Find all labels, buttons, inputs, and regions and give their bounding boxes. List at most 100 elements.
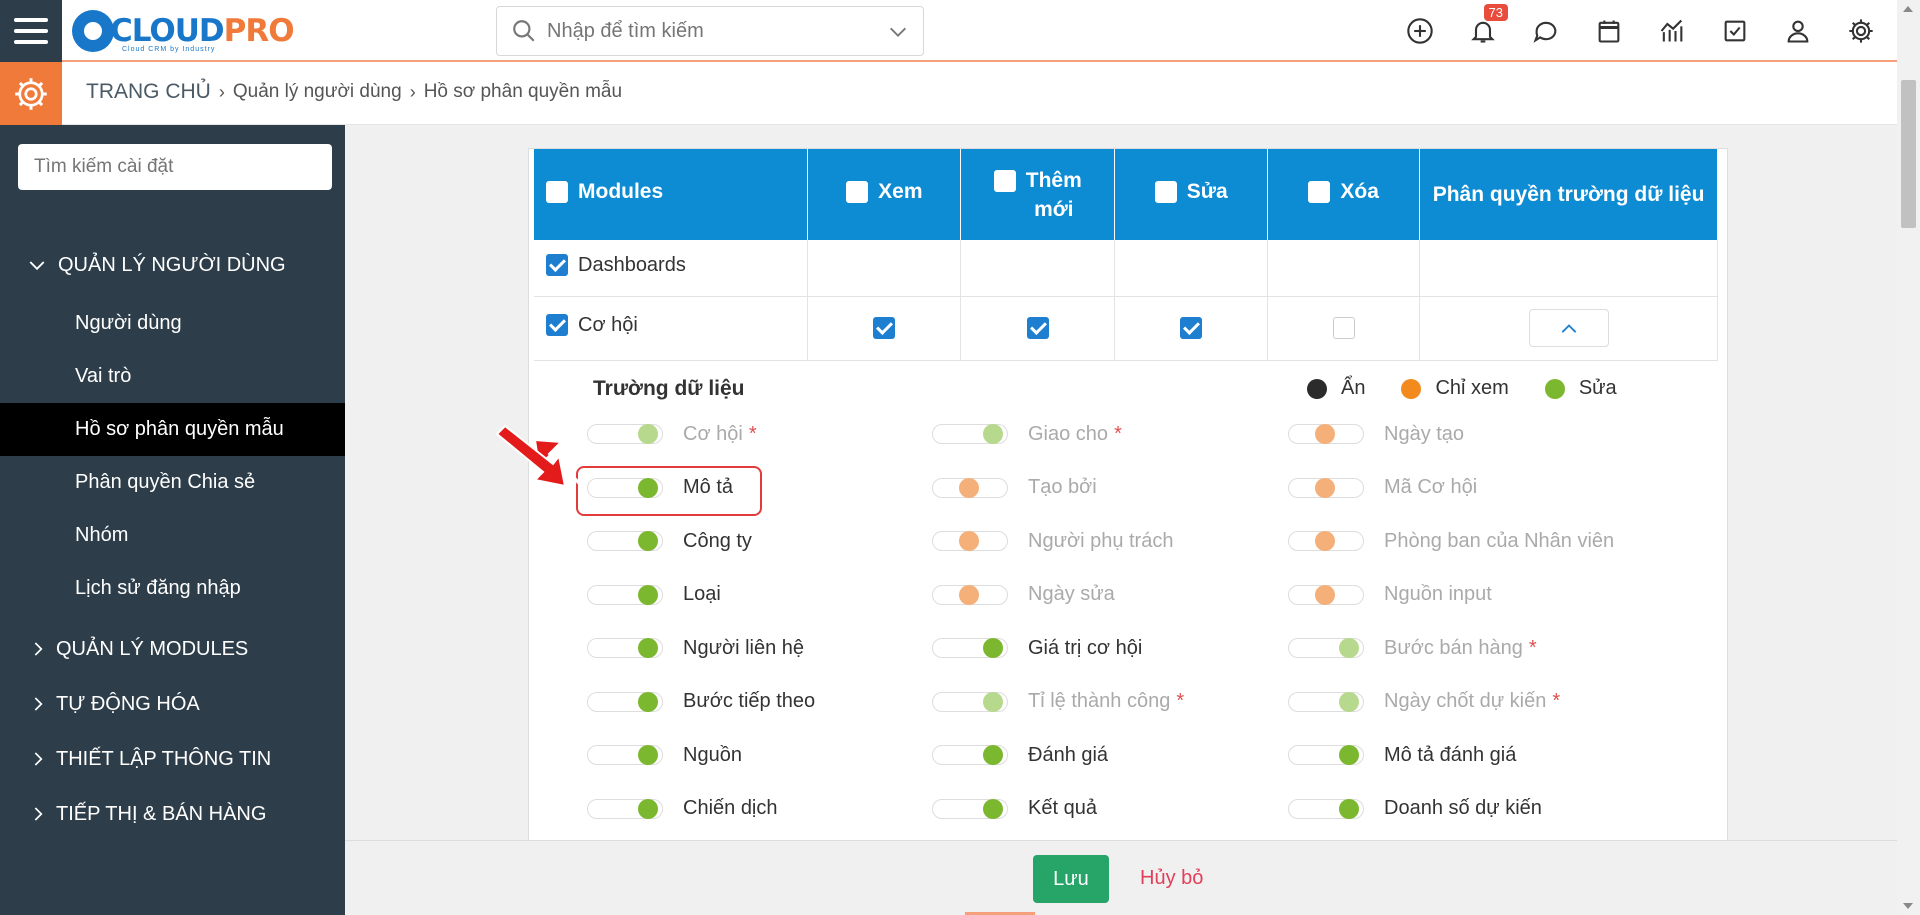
field-label: Người phụ trách [1028, 529, 1174, 552]
field-permission-toggle[interactable] [587, 798, 663, 819]
field-label: Nguồn input [1384, 583, 1492, 605]
field-label: Công ty [683, 529, 752, 552]
field-permission-toggle[interactable] [932, 584, 1008, 605]
settings-gear-icon[interactable] [1841, 10, 1880, 52]
field-permission-toggle[interactable] [587, 531, 663, 551]
sidebar-item-groups[interactable]: Nhóm [0, 509, 345, 562]
task-check-icon[interactable] [1715, 10, 1754, 52]
field-permission-toggle[interactable] [932, 798, 1008, 819]
chat-icon[interactable] [1526, 10, 1565, 52]
save-button[interactable]: Lưu [1033, 855, 1109, 903]
field-permission-toggle[interactable] [932, 477, 1008, 498]
toggle-knob [1339, 798, 1359, 819]
breadcrumb-separator-icon: › [409, 81, 416, 102]
settings-search-input[interactable] [18, 144, 332, 190]
field-permission-toggle[interactable] [932, 424, 1008, 444]
select-all-edit-checkbox[interactable] [1154, 181, 1177, 203]
user-icon[interactable] [1778, 10, 1817, 52]
sidebar-group-modules[interactable]: QUẢN LÝ MODULES [0, 629, 345, 669]
sidebar-group-marketing-sales[interactable]: TIẾP THỊ & BÁN HÀNG [0, 794, 345, 834]
field-permission-toggle[interactable] [1288, 745, 1364, 765]
field-permission-toggle[interactable] [587, 638, 663, 658]
select-all-create-checkbox[interactable] [993, 169, 1016, 192]
breadcrumb-current: Hồ sơ phân quyền mẫu [423, 81, 623, 102]
readonly-dot-icon [1401, 378, 1422, 399]
sidebar-group-info-setup[interactable]: THIẾT LẬP THÔNG TIN [0, 739, 345, 779]
bell-icon[interactable]: 73 [1463, 4, 1508, 52]
field-permission-item: Ngày tạo [1288, 414, 1464, 454]
sidebar-item-permission-profiles[interactable]: Hồ sơ phân quyền mẫu [0, 403, 345, 456]
settings-section-icon[interactable] [0, 62, 62, 125]
select-all-modules-checkbox[interactable] [546, 181, 568, 203]
select-all-delete-checkbox[interactable] [1308, 181, 1331, 203]
cancel-button[interactable]: Hủy bỏ [1140, 867, 1203, 890]
breadcrumb-home[interactable]: TRANG CHỦ [86, 80, 211, 104]
global-search[interactable] [496, 6, 924, 56]
field-permission-item: Người liên hệ [587, 628, 804, 668]
header-field-permission: Phân quyền trường dữ liệu [1419, 149, 1718, 240]
field-permission-toggle[interactable] [932, 691, 1008, 712]
toggle-knob [638, 745, 658, 765]
chevron-down-icon[interactable] [887, 21, 909, 43]
sidebar-item-users[interactable]: Người dùng [0, 297, 345, 350]
view-checkbox[interactable] [873, 317, 896, 340]
toggle-knob [638, 531, 658, 551]
scroll-up-arrow-icon[interactable] [1903, 6, 1913, 12]
edit-checkbox[interactable] [1180, 317, 1203, 340]
field-permission-toggle[interactable] [1288, 531, 1364, 551]
header-edit: Sửa [1114, 149, 1269, 240]
field-permission-toggle[interactable] [1288, 584, 1364, 605]
chevron-right-icon [30, 695, 46, 713]
toggle-knob [983, 798, 1003, 819]
table-row: Cơ hội [534, 296, 1718, 361]
field-permission-toggle[interactable] [932, 745, 1008, 765]
global-search-input[interactable] [547, 19, 877, 43]
field-permission-toggle[interactable] [932, 638, 1008, 658]
select-all-view-checkbox[interactable] [846, 181, 869, 203]
page-scrollbar[interactable] [1897, 0, 1920, 915]
field-permission-toggle[interactable] [587, 584, 663, 605]
module-checkbox-opportunity[interactable] [546, 314, 568, 337]
sidebar-group-automation[interactable]: TỰ ĐỘNG HÓA [0, 684, 345, 724]
menu-hamburger-icon[interactable] [0, 0, 62, 62]
field-label: Nguồn [683, 743, 742, 766]
collapse-field-permission-button[interactable] [1528, 309, 1609, 347]
module-checkbox-dashboards[interactable] [546, 254, 568, 276]
field-permission-toggle[interactable] [587, 691, 663, 712]
field-state-legend: Ẩn Chỉ xem Sửa [1307, 377, 1653, 400]
sidebar-item-sharing-rules[interactable]: Phân quyền Chia sẻ [0, 456, 345, 509]
field-permission-toggle[interactable] [932, 531, 1008, 551]
field-permission-item: Ngày chốt dự kiến * [1288, 682, 1560, 722]
field-permission-toggle[interactable] [587, 424, 663, 444]
sidebar-item-login-history[interactable]: Lịch sử đăng nhập [0, 562, 345, 615]
field-permission-toggle[interactable] [1288, 691, 1364, 712]
required-mark: * [1552, 690, 1561, 712]
sidebar-group-user-management[interactable]: QUẢN LÝ NGƯỜI DÙNG [0, 245, 345, 285]
field-label: Ngày chốt dự kiến [1384, 690, 1547, 712]
field-permission-toggle[interactable] [1288, 638, 1364, 658]
cloudpro-logo[interactable]: CLOUDPRO Cloud CRM by Industry [72, 6, 295, 56]
field-permission-toggle[interactable] [1288, 798, 1364, 819]
toggle-knob [638, 638, 658, 658]
breadcrumb-user-management[interactable]: Quản lý người dùng [233, 81, 402, 103]
field-permission-toggle[interactable] [587, 745, 663, 765]
field-label: Đánh giá [1028, 743, 1109, 766]
create-checkbox[interactable] [1026, 317, 1049, 340]
chevron-up-icon [1561, 324, 1576, 333]
field-permission-toggle[interactable] [1288, 424, 1364, 444]
field-label: Cơ hội [683, 422, 743, 445]
module-permission-table: Modules Xem Thêm mới Sửa Xóa Phân quyền t… [534, 149, 1718, 361]
field-permission-item: Bước bán hàng * [1288, 628, 1537, 668]
field-label: Ngày sửa [1028, 583, 1115, 605]
field-permission-toggle[interactable] [1288, 477, 1364, 498]
scroll-down-arrow-icon[interactable] [1903, 903, 1913, 909]
toggle-knob [638, 584, 658, 605]
add-circle-icon[interactable] [1400, 10, 1439, 52]
scroll-thumb[interactable] [1901, 80, 1916, 228]
calendar-icon[interactable] [1589, 10, 1628, 52]
field-permission-item: Tỉ lệ thành công * [932, 682, 1184, 722]
report-chart-icon[interactable] [1652, 10, 1691, 52]
delete-checkbox[interactable] [1332, 317, 1355, 340]
sidebar-item-roles[interactable]: Vai trò [0, 350, 345, 403]
field-label: Mã Cơ hội [1384, 476, 1478, 498]
